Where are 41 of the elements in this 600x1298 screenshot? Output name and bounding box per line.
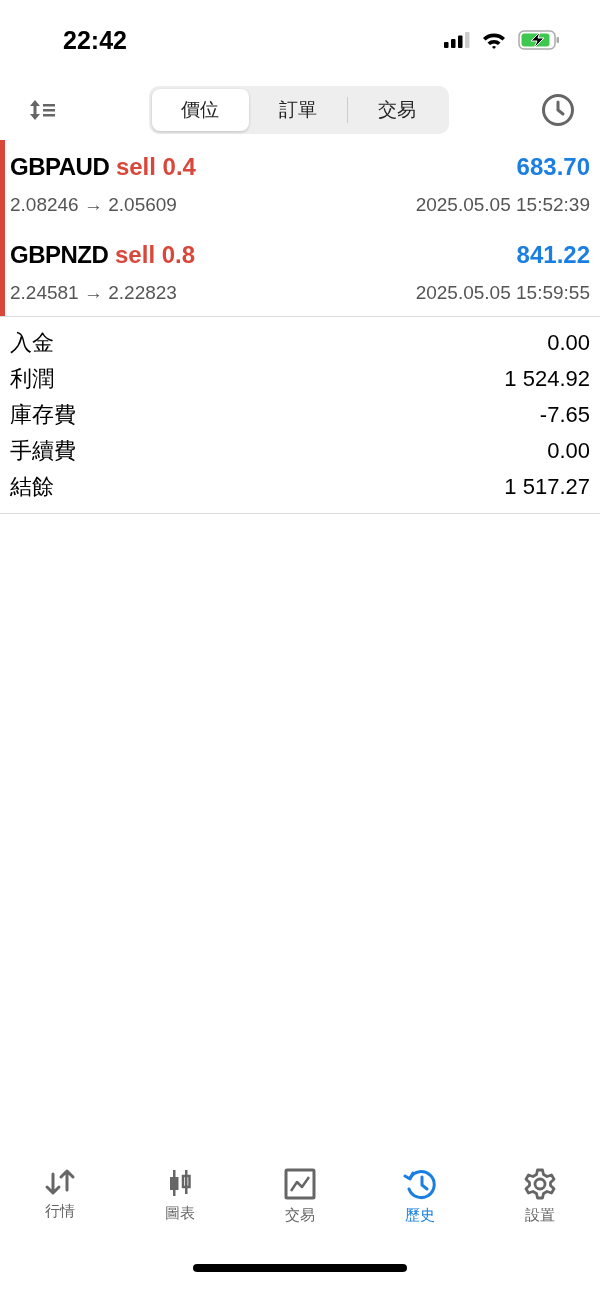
sort-icon[interactable]	[28, 98, 56, 122]
summary-label: 利潤	[10, 365, 54, 393]
summary-label: 手續費	[10, 437, 76, 465]
segment-tab[interactable]: 訂單	[249, 89, 347, 131]
summary-value: 0.00	[547, 330, 590, 356]
deal-row[interactable]: GBPAUD sell 0.4 683.70 2.08246 → 2.05609 2025.05.05 15:52:39	[0, 140, 600, 228]
line-chart-icon	[284, 1168, 316, 1200]
price-range: 2.24581 → 2.22823	[10, 281, 177, 304]
status-time: 22:42	[63, 25, 127, 55]
summary-value: 1 517.27	[504, 474, 590, 500]
segment-tab[interactable]: 交易	[347, 89, 446, 131]
up-down-arrows-icon	[44, 1168, 76, 1196]
profit-value: 841.22	[516, 240, 590, 269]
nav-tab[interactable]: 設置	[490, 1168, 590, 1258]
summary-label: 結餘	[10, 473, 54, 501]
summary-value: 0.00	[547, 438, 590, 464]
order-volume: sell 0.8	[115, 240, 196, 268]
price-range: 2.08246 → 2.05609	[10, 193, 177, 216]
deal-time: 2025.05.05 15:59:55	[415, 281, 590, 304]
battery-charging-icon	[518, 30, 560, 50]
wifi-icon	[482, 31, 506, 49]
symbol-label: GBPAUD	[10, 152, 110, 180]
summary-label: 入金	[10, 329, 54, 357]
candlestick-icon	[167, 1168, 193, 1198]
nav-tab[interactable]: 行情	[10, 1168, 110, 1258]
summary-label: 庫存費	[10, 401, 76, 429]
symbol-label: GBPNZD	[10, 240, 109, 268]
profit-value: 683.70	[516, 152, 590, 181]
deal-row[interactable]: GBPNZD sell 0.8 841.22 2.24581 → 2.22823 2025.05.05 15:59:55	[0, 228, 600, 316]
deal-time: 2025.05.05 15:52:39	[415, 193, 590, 216]
summary-value: -7.65	[539, 402, 590, 428]
history-icon	[403, 1168, 437, 1200]
clock-icon[interactable]	[541, 93, 575, 127]
signal-icon	[444, 32, 470, 48]
summary-value: 1 524.92	[504, 366, 590, 392]
settings-icon	[524, 1168, 556, 1200]
nav-tab[interactable]: 圖表	[130, 1168, 230, 1258]
segment-tab[interactable]: 價位	[151, 89, 250, 131]
nav-tab[interactable]: 歷史	[370, 1168, 470, 1258]
nav-tab[interactable]: 交易	[250, 1168, 350, 1258]
order-volume: sell 0.4	[115, 152, 196, 180]
